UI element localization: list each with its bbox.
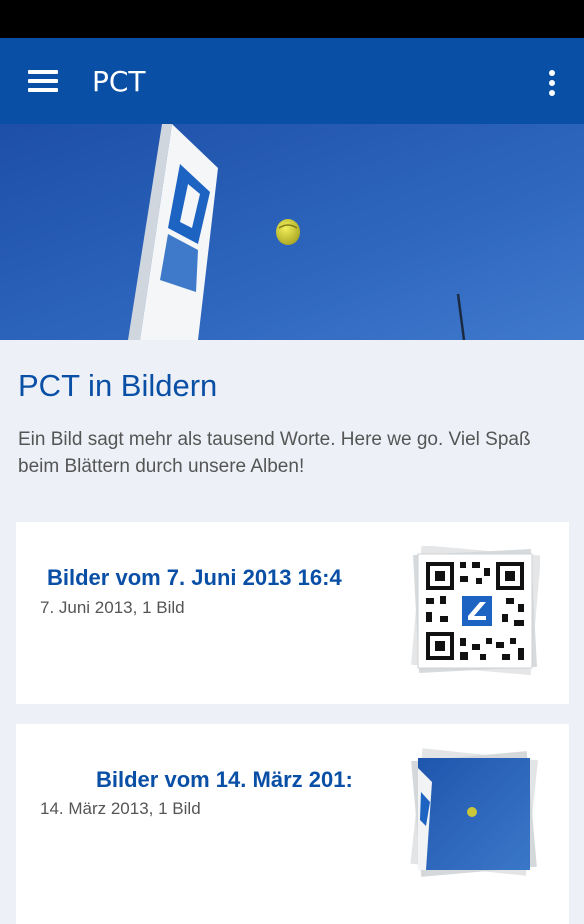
app-title: PCT xyxy=(92,65,146,98)
intro-text: Ein Bild sagt mehr als tausend Worte. He… xyxy=(18,429,531,477)
album-meta: 14. März 2013, 1 Bild xyxy=(40,799,201,818)
page-title: PCT in Bildern xyxy=(18,368,218,403)
qr-code-thumbnail xyxy=(410,545,542,676)
album-card[interactable]: Bilder vom 7. Juni 2013 16:4 7. Juni 201… xyxy=(16,522,569,704)
album-meta: 7. Juni 2013, 1 Bild xyxy=(40,598,185,617)
hamburger-menu-icon[interactable] xyxy=(20,60,64,104)
more-vert-icon[interactable] xyxy=(538,60,566,104)
app-bar: PCT xyxy=(0,38,584,124)
hero-image xyxy=(0,124,584,340)
status-bar xyxy=(0,0,584,38)
album-title: Bilder vom 14. März 201: xyxy=(96,767,353,792)
album-card[interactable]: Bilder vom 14. März 201: 14. März 2013, … xyxy=(16,724,569,924)
sky-photo-thumbnail xyxy=(408,748,540,880)
album-title: Bilder vom 7. Juni 2013 16:4 xyxy=(47,565,342,590)
